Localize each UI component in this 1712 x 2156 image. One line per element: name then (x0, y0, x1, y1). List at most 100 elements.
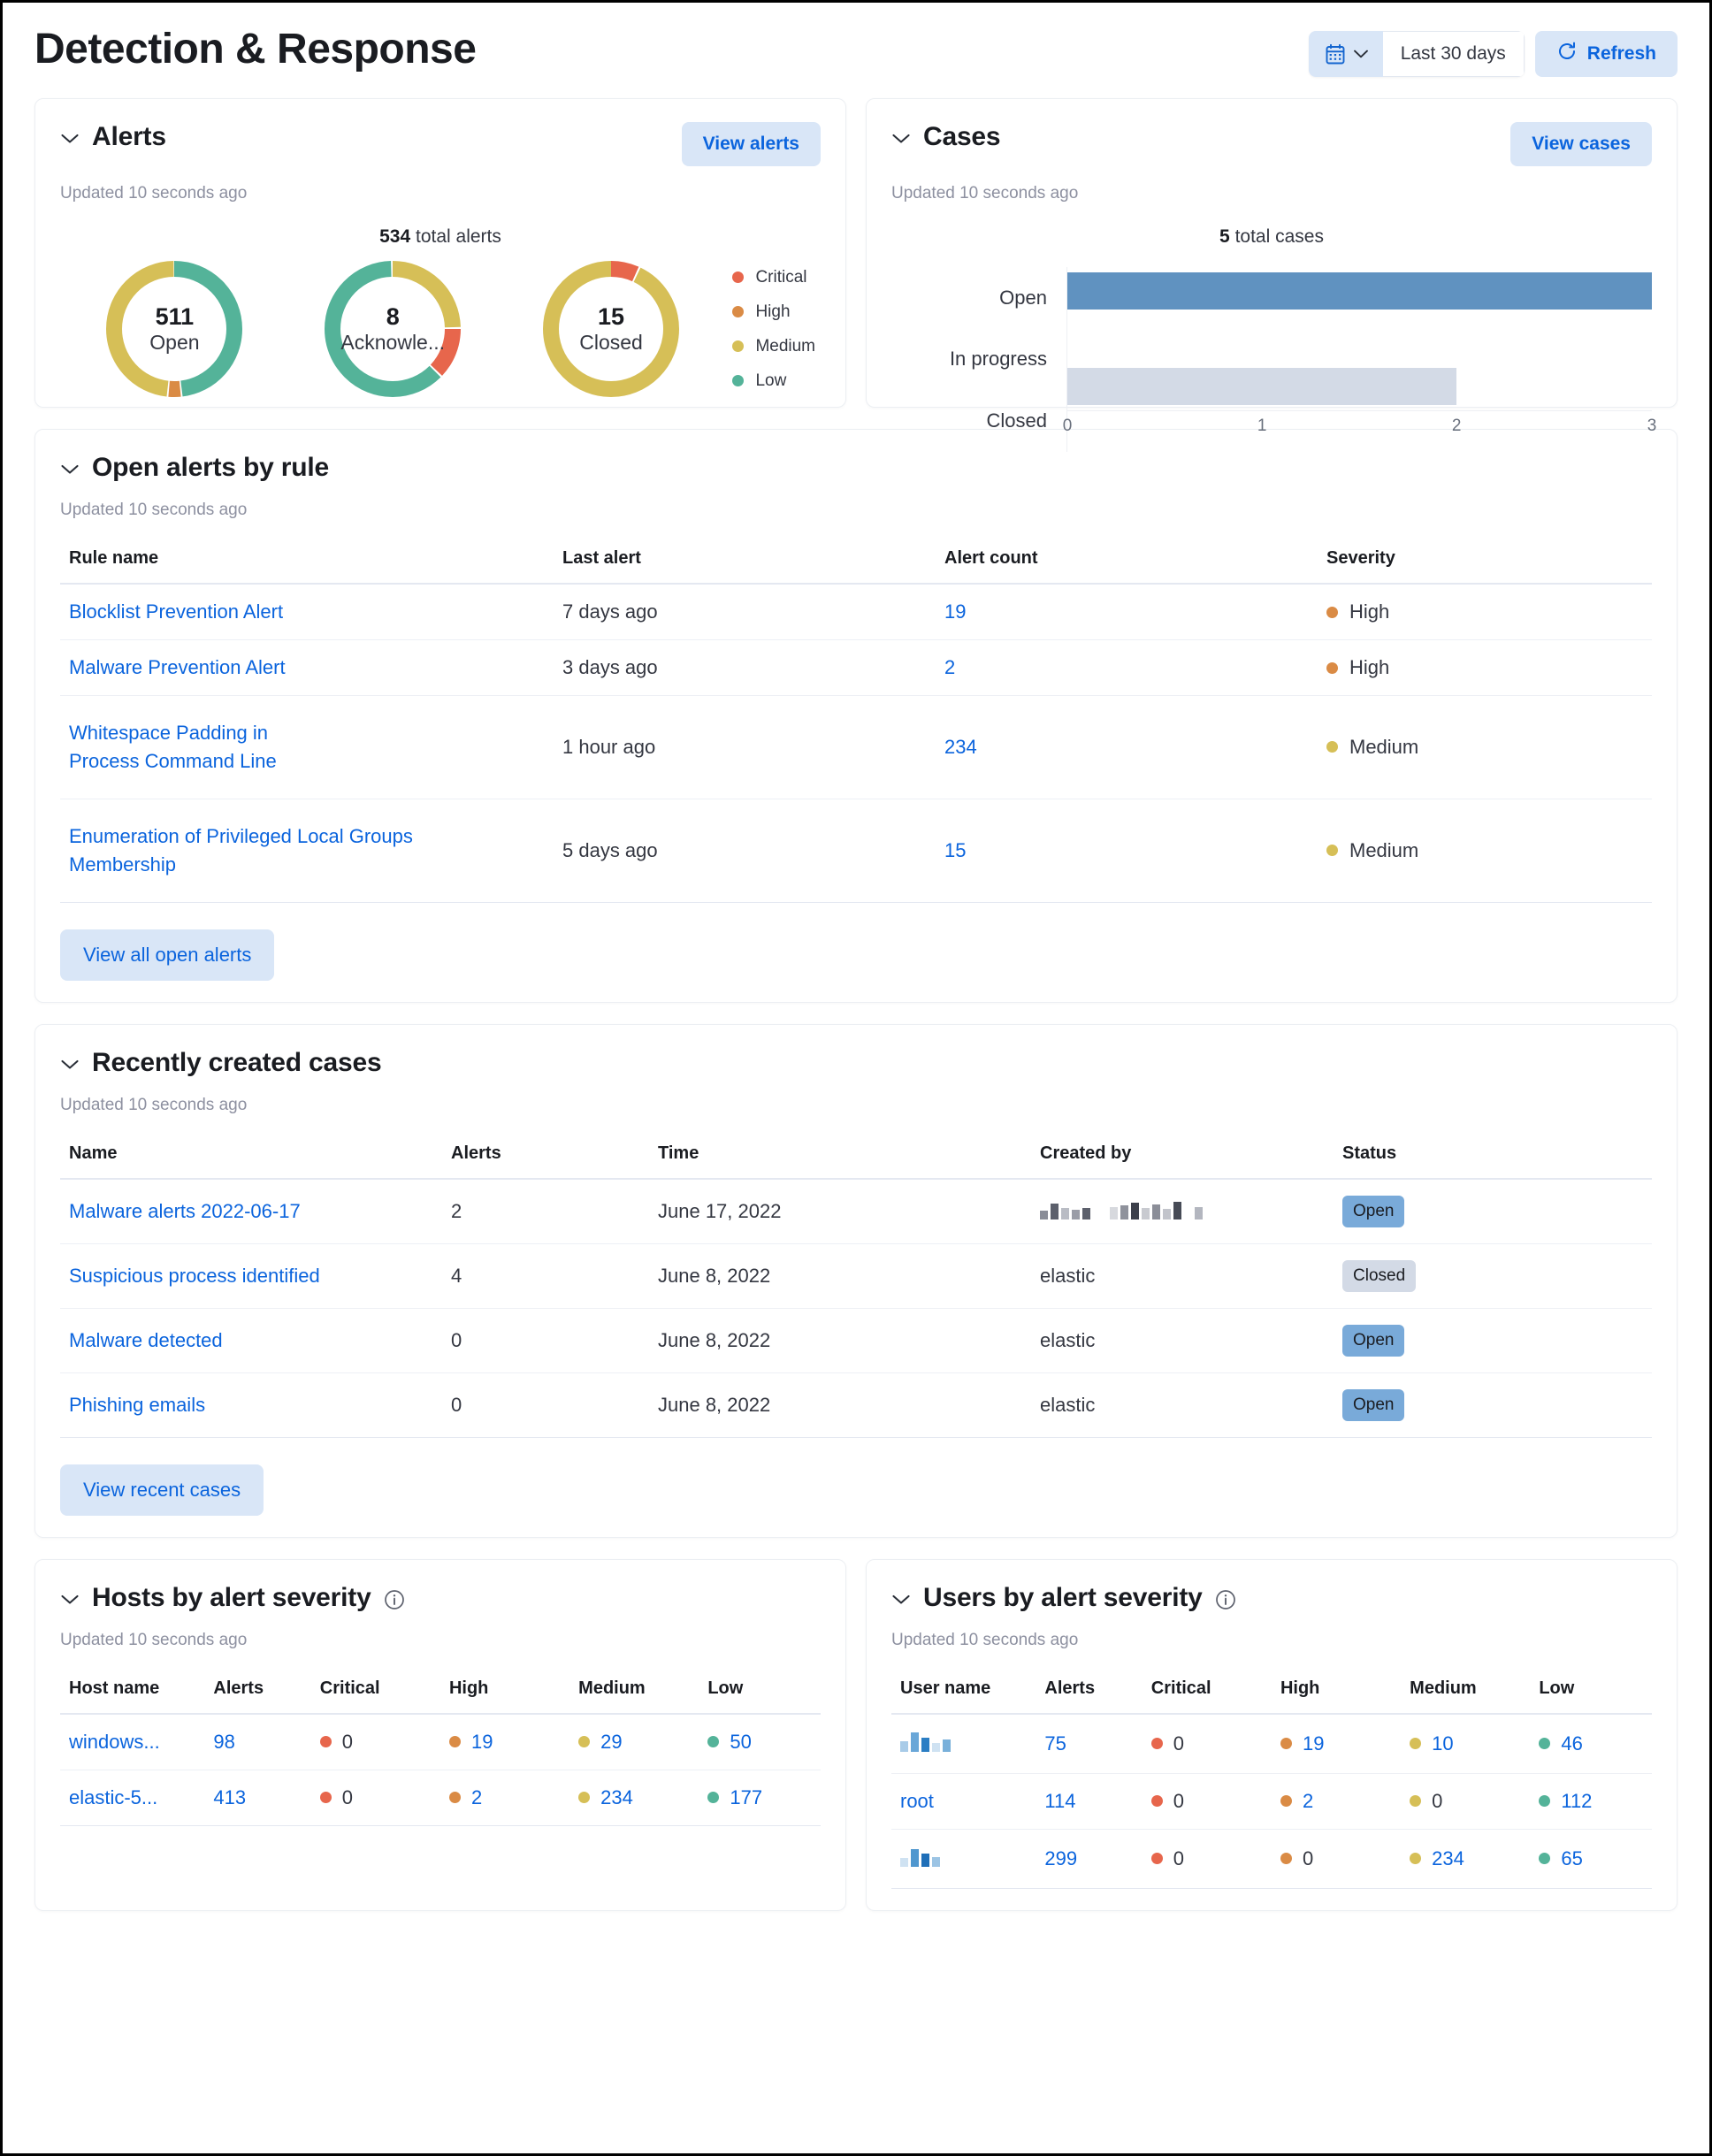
rule-name-link[interactable]: Malware Prevention Alert (69, 656, 286, 678)
cases-bar-closed[interactable] (1067, 368, 1457, 405)
user-alerts-link[interactable]: 299 (1044, 1847, 1077, 1869)
column-header-alerts[interactable]: Alerts (442, 1143, 649, 1180)
severity-cell: High (1326, 656, 1643, 679)
high-count-link[interactable]: 2 (1303, 1790, 1313, 1813)
rule-name-link[interactable]: Blocklist Prevention Alert (69, 600, 283, 623)
status-badge[interactable]: Open (1342, 1388, 1405, 1421)
low-count-link[interactable]: 65 (1561, 1847, 1582, 1870)
date-picker-quick-menu-button[interactable] (1308, 31, 1383, 77)
host-name-link[interactable]: elastic-5... (69, 1786, 157, 1808)
column-header-time[interactable]: Time (649, 1143, 1031, 1180)
column-header-high[interactable]: High (1271, 1678, 1402, 1715)
info-icon[interactable] (1215, 1585, 1236, 1610)
collapse-chevron-icon[interactable] (891, 129, 911, 145)
alerts-donut-open[interactable]: 511 Open (103, 258, 245, 400)
status-badge[interactable]: Closed (1342, 1259, 1417, 1292)
cases-chart-xticks: 0 1 2 3 (1063, 417, 1657, 452)
case-name-link[interactable]: Phishing emails (69, 1394, 205, 1416)
alerts-donut-closed[interactable]: 15 Closed (540, 258, 682, 400)
column-header-last-alert[interactable]: Last alert (554, 548, 936, 585)
collapse-chevron-icon[interactable] (60, 1055, 80, 1071)
column-header-high[interactable]: High (439, 1678, 570, 1715)
medium-count-link[interactable]: 29 (600, 1731, 622, 1754)
column-header-status[interactable]: Status (1334, 1143, 1652, 1180)
low-count-link[interactable]: 50 (730, 1731, 751, 1754)
user-name-redacted[interactable] (900, 1731, 951, 1752)
user-name-redacted[interactable] (900, 1846, 940, 1867)
column-header-severity[interactable]: Severity (1318, 548, 1652, 585)
high-count-link[interactable]: 19 (1303, 1732, 1324, 1755)
view-cases-button[interactable]: View cases (1510, 122, 1652, 166)
rule-name-link[interactable]: Whitespace Padding in Process Command Li… (69, 719, 334, 776)
low-count-link[interactable]: 46 (1561, 1732, 1582, 1755)
column-header-name[interactable]: Name (60, 1143, 442, 1180)
view-all-open-alerts-button[interactable]: View all open alerts (60, 929, 275, 981)
high-count-link[interactable]: 19 (471, 1731, 493, 1754)
alerts-donut-acknowledged[interactable]: 8 Acknowle... (322, 258, 463, 400)
status-badge[interactable]: Open (1342, 1324, 1405, 1357)
alerts-total-suffix: total alerts (416, 226, 501, 247)
info-icon[interactable] (384, 1585, 405, 1610)
column-header-medium[interactable]: Medium (569, 1678, 699, 1715)
collapse-chevron-icon[interactable] (60, 1590, 80, 1606)
user-alerts-link[interactable]: 114 (1044, 1790, 1075, 1812)
date-range-value[interactable]: Last 30 days (1382, 31, 1525, 77)
view-alerts-button[interactable]: View alerts (681, 122, 821, 166)
medium-count-link[interactable]: 234 (600, 1786, 633, 1809)
column-header-created-by[interactable]: Created by (1031, 1143, 1334, 1180)
medium-count-link[interactable]: 234 (1432, 1847, 1464, 1870)
refresh-button[interactable]: Refresh (1534, 31, 1678, 77)
alert-count-link[interactable]: 2 (944, 656, 955, 678)
column-header-rule-name[interactable]: Rule name (60, 548, 554, 585)
hosts-by-alert-severity-panel: Hosts by alert severity Updated 10 secon… (34, 1558, 846, 1911)
medium-count: 0 (1432, 1789, 1443, 1812)
legend-item[interactable]: Low (732, 371, 815, 391)
column-header-low[interactable]: Low (699, 1678, 821, 1715)
medium-count-link[interactable]: 10 (1432, 1732, 1453, 1755)
table-row: Suspicious process identified 4 June 8, … (60, 1243, 1652, 1309)
alert-count-link[interactable]: 234 (944, 736, 977, 758)
legend-item[interactable]: Critical (732, 268, 815, 287)
rule-name-link[interactable]: Enumeration of Privileged Local Groups M… (69, 822, 440, 879)
severity-dot-high (1280, 1853, 1292, 1865)
severity-dot-critical (1150, 1853, 1163, 1865)
host-alerts-link[interactable]: 98 (213, 1731, 234, 1753)
status-badge[interactable]: Open (1342, 1195, 1405, 1227)
user-name-link[interactable]: root (900, 1790, 934, 1812)
host-name-link[interactable]: windows... (69, 1731, 160, 1753)
date-picker[interactable]: Last 30 days (1308, 31, 1525, 77)
case-name-link[interactable]: Suspicious process identified (69, 1265, 320, 1287)
cases-panel-title: Cases (923, 122, 1001, 151)
collapse-chevron-icon[interactable] (60, 460, 80, 476)
donut-value: 15 (598, 302, 625, 330)
users-severity-table: User name Alerts Critical High Medium Lo… (891, 1678, 1652, 1889)
column-header-medium[interactable]: Medium (1401, 1678, 1531, 1715)
host-alerts-link[interactable]: 413 (213, 1786, 246, 1808)
legend-item[interactable]: Medium (732, 337, 815, 356)
column-header-alert-count[interactable]: Alert count (936, 548, 1318, 585)
column-header-user-name[interactable]: User name (891, 1678, 1036, 1715)
view-recent-cases-button[interactable]: View recent cases (60, 1464, 264, 1516)
column-header-critical[interactable]: Critical (310, 1678, 440, 1715)
column-header-alerts[interactable]: Alerts (1036, 1678, 1143, 1715)
low-count-link[interactable]: 177 (730, 1786, 762, 1809)
column-header-host-name[interactable]: Host name (60, 1678, 205, 1715)
column-header-critical[interactable]: Critical (1142, 1678, 1272, 1715)
case-name-link[interactable]: Malware detected (69, 1329, 223, 1351)
user-alerts-link[interactable]: 75 (1044, 1732, 1066, 1755)
page-title: Detection & Response (34, 26, 477, 73)
low-count-link[interactable]: 112 (1561, 1790, 1592, 1813)
alert-count-link[interactable]: 15 (944, 839, 966, 861)
case-name-link[interactable]: Malware alerts 2022-06-17 (69, 1200, 301, 1222)
legend-item[interactable]: High (732, 302, 815, 322)
high-count-link[interactable]: 2 (471, 1786, 482, 1809)
users-panel-header: Users by alert severity (891, 1583, 1652, 1613)
column-header-low[interactable]: Low (1530, 1678, 1652, 1715)
collapse-chevron-icon[interactable] (60, 129, 80, 145)
alert-count-link[interactable]: 19 (944, 600, 966, 623)
cases-updated-text: Updated 10 seconds ago (891, 184, 1079, 203)
users-updated-text: Updated 10 seconds ago (891, 1630, 1079, 1649)
collapse-chevron-icon[interactable] (891, 1590, 911, 1606)
cases-bar-open[interactable] (1067, 272, 1652, 310)
column-header-alerts[interactable]: Alerts (204, 1678, 311, 1715)
